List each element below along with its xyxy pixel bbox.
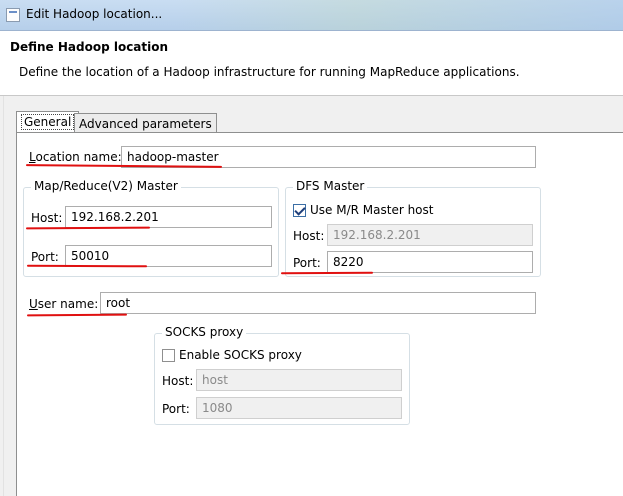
dialog-header: Define Hadoop location Define the locati… [0,31,623,96]
content-edge [3,96,4,496]
mr-master-title: Map/Reduce(V2) Master [31,179,181,193]
user-name-label: User name: [29,297,99,311]
dfs-port-label: Port: [293,256,321,270]
tab-general-label: General [21,114,75,130]
use-mr-master-host-label: Use M/R Master host [310,203,434,217]
socks-port-label: Port: [162,402,190,416]
socks-port-input[interactable]: 1080 [196,397,402,419]
tab-advanced-label: Advanced parameters [79,117,212,131]
dfs-port-input[interactable]: 8220 [327,251,533,273]
dfs-host-label: Host: [293,229,325,243]
mr-port-label: Port: [31,250,59,264]
window-title-bar[interactable]: Edit Hadoop location... [0,0,623,31]
socks-proxy-title: SOCKS proxy [162,325,247,339]
socks-host-input[interactable]: host [196,369,402,391]
location-name-label: Location name: [29,150,122,164]
use-mr-master-host-checkbox[interactable] [293,204,306,217]
dfs-master-title: DFS Master [293,179,368,193]
enable-socks-proxy-label: Enable SOCKS proxy [179,348,302,362]
mr-host-input[interactable]: 192.168.2.201 [65,206,272,228]
tab-general[interactable]: General [16,111,80,134]
dialog-content: General Advanced parameters Location nam… [0,96,623,496]
socks-host-label: Host: [162,374,194,388]
window-title: Edit Hadoop location... [26,7,163,21]
dialog-description: Define the location of a Hadoop infrastr… [19,65,520,79]
title-bar-background [175,0,623,30]
user-name-input[interactable]: root [100,292,536,314]
mr-host-label: Host: [31,211,63,225]
window-app-icon [6,8,20,22]
tab-advanced-parameters[interactable]: Advanced parameters [74,113,217,134]
enable-socks-proxy-checkbox[interactable] [162,349,175,362]
dfs-host-input[interactable]: 192.168.2.201 [327,224,533,246]
dialog-title: Define Hadoop location [10,40,169,54]
mr-port-input[interactable]: 50010 [65,245,272,267]
